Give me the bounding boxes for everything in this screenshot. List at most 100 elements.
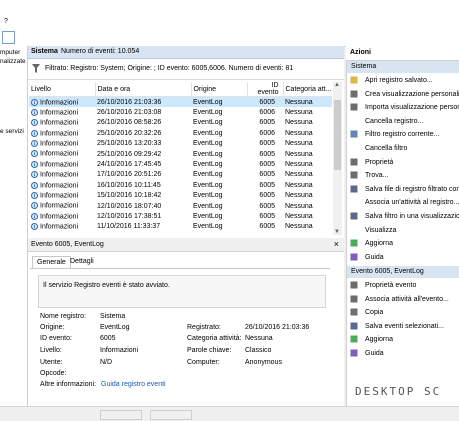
status-segment (150, 410, 192, 420)
filter-icon (32, 64, 40, 73)
table-row[interactable]: i Informazioni 11/10/2016 11:33:37 EventLog… (29, 222, 332, 232)
details-header: Evento 6005, EventLog × (28, 238, 344, 252)
cell-event-id-text: 6005 (259, 171, 275, 179)
folder-open-icon (350, 76, 358, 84)
tree-item[interactable]: mputer (0, 49, 20, 56)
action-item[interactable]: Associa attività all'evento... (347, 293, 459, 306)
table-row[interactable]: i Informazioni 12/10/2016 18:07:40 EventLog… (29, 201, 332, 211)
event-count: Numero di eventi: 10.054 (61, 48, 140, 55)
source-value: EventLog (100, 324, 130, 331)
cell-date-text: 11/10/2016 11:33:37 (97, 223, 161, 231)
more-info-link[interactable]: Guida registro eventi (101, 381, 166, 388)
cell-category: Nessuna (283, 180, 332, 190)
action-item[interactable]: Cancella filtro (347, 142, 459, 155)
table-row[interactable]: i Informazioni 25/10/2016 13:20:33 EventLog… (29, 139, 332, 149)
cell-level: i Informazioni (29, 149, 95, 159)
close-icon[interactable]: × (334, 239, 339, 249)
computer-label: Computer: (187, 359, 220, 366)
scrollbar-thumb[interactable] (334, 100, 341, 170)
action-item[interactable]: Cancella registro... (347, 115, 459, 128)
action-item[interactable]: Importa visualizzazione personali... (347, 101, 459, 114)
cell-event-id-text: 6005 (259, 192, 275, 200)
table-row[interactable]: i Informazioni 17/10/2016 20:51:26 EventLog… (29, 170, 332, 180)
action-item[interactable]: Proprietà evento (347, 279, 459, 292)
actions-section[interactable]: Sistema (347, 61, 459, 73)
action-item[interactable]: Guida (347, 251, 459, 264)
action-item-label: Associa un'attività al registro... (365, 199, 459, 207)
action-item[interactable]: Visualizza (347, 224, 459, 237)
action-item[interactable]: Salva filtro in una visualizzazione... (347, 210, 459, 223)
column-header-date[interactable]: Data e ora (95, 82, 192, 97)
copy-icon (350, 308, 358, 316)
scroll-up-icon[interactable]: ▲ (334, 82, 340, 88)
column-header-level[interactable]: Livello (29, 82, 96, 97)
cell-level: i Informazioni (29, 118, 95, 128)
table-row[interactable]: i Informazioni 26/10/2016 08:58:26 EventLog… (29, 118, 332, 128)
action-item[interactable]: Trova... (347, 169, 459, 182)
cell-date-text: 24/10/2016 17:45:45 (97, 161, 162, 169)
action-item[interactable]: Apri registro salvato... (347, 74, 459, 87)
cell-category: Nessuna (283, 139, 332, 149)
cell-source-text: EventLog (193, 223, 223, 231)
info-icon: i (31, 129, 38, 137)
cell-source-text: EventLog (193, 161, 223, 169)
cell-date-text: 26/10/2016 08:58:26 (97, 119, 162, 127)
cell-date-text: 15/10/2016 10:18:42 (97, 192, 162, 200)
cell-date: 26/10/2016 21:03:08 (95, 107, 191, 117)
cell-category-text: Nessuna (285, 223, 313, 231)
cell-source: EventLog (191, 191, 247, 201)
actions-section[interactable]: Evento 6005, EventLog (347, 266, 459, 278)
cell-event-id-text: 6005 (259, 202, 275, 210)
tree-item[interactable]: e servizi (0, 128, 24, 135)
action-item[interactable]: Aggiorna (347, 237, 459, 250)
column-header-event-id[interactable]: ID evento (247, 82, 284, 97)
navigation-tree: mputer nalizzate e servizi (0, 46, 28, 406)
cell-source-text: EventLog (193, 140, 223, 148)
table-row[interactable]: i Informazioni 12/10/2016 17:38:51 EventLog… (29, 211, 332, 221)
cell-date: 11/10/2016 11:33:37 (95, 222, 191, 232)
event-message-box[interactable]: Il servizio Registro eventi è stato avvi… (38, 275, 326, 308)
log-header: Sistema Numero di eventi: 10.054 (28, 46, 344, 59)
table-row[interactable]: i Informazioni 26/10/2016 21:03:36 EventLog… (29, 96, 332, 108)
cell-level-text: Informazioni (40, 98, 79, 106)
tab-details[interactable]: Dettagli (66, 256, 98, 268)
table-row[interactable]: i Informazioni 15/10/2016 10:18:42 EventLog… (29, 191, 332, 201)
action-item[interactable]: Crea visualizzazione personalizz... (347, 88, 459, 101)
table-row[interactable]: i Informazioni 16/10/2016 10:11:45 EventLog… (29, 180, 332, 190)
menu-help[interactable]: ? (4, 18, 8, 25)
table-row[interactable]: i Informazioni 25/10/2016 09:29:42 EventLog… (29, 149, 332, 159)
cell-event-id-text: 6005 (259, 212, 275, 220)
action-item-label: Cancella registro... (365, 117, 424, 125)
logged-value: 26/10/2016 21:03:36 (245, 324, 310, 331)
action-item-label: Guida (365, 253, 384, 261)
action-item[interactable]: Aggiorna (347, 333, 459, 346)
save-icon (350, 185, 358, 193)
tree-item[interactable]: nalizzate (0, 58, 26, 65)
action-item[interactable]: Salva eventi selezionati... (347, 320, 459, 333)
table-row[interactable]: i Informazioni 26/10/2016 21:03:08 EventLog… (29, 107, 332, 117)
action-item[interactable]: Associa un'attività al registro... (347, 196, 459, 209)
action-item[interactable]: Copia (347, 306, 459, 319)
column-header-source[interactable]: Origine (191, 82, 248, 97)
action-item-label: Copia (365, 309, 384, 317)
action-item[interactable]: Proprietà (347, 156, 459, 169)
action-item[interactable]: Guida (347, 347, 459, 360)
scroll-down-icon[interactable]: ▼ (334, 229, 340, 235)
table-row[interactable]: i Informazioni 25/10/2016 20:32:26 EventLog… (29, 128, 332, 138)
cell-category: Nessuna (283, 201, 332, 211)
save-filter-icon (350, 212, 358, 220)
cell-event-id: 6005 (247, 159, 283, 169)
cell-date: 25/10/2016 20:32:26 (95, 128, 191, 138)
column-header-category[interactable]: Categoria att... (283, 82, 332, 97)
table-row[interactable]: i Informazioni 24/10/2016 17:45:45 EventLog… (29, 159, 332, 169)
action-item[interactable]: Salva file di registro filtrato con n... (347, 183, 459, 196)
cell-date: 16/10/2016 10:11:45 (95, 180, 191, 190)
cell-source: EventLog (191, 159, 247, 169)
action-item[interactable]: Filtro registro corrente... (347, 128, 459, 141)
action-item-label: Crea visualizzazione personalizz... (365, 90, 459, 98)
actions-title: Azioni (350, 49, 371, 56)
toolbar-button[interactable] (2, 31, 15, 44)
cell-category-text: Nessuna (285, 202, 313, 210)
cell-category-text: Nessuna (285, 161, 313, 169)
menu-bar (0, 0, 459, 28)
